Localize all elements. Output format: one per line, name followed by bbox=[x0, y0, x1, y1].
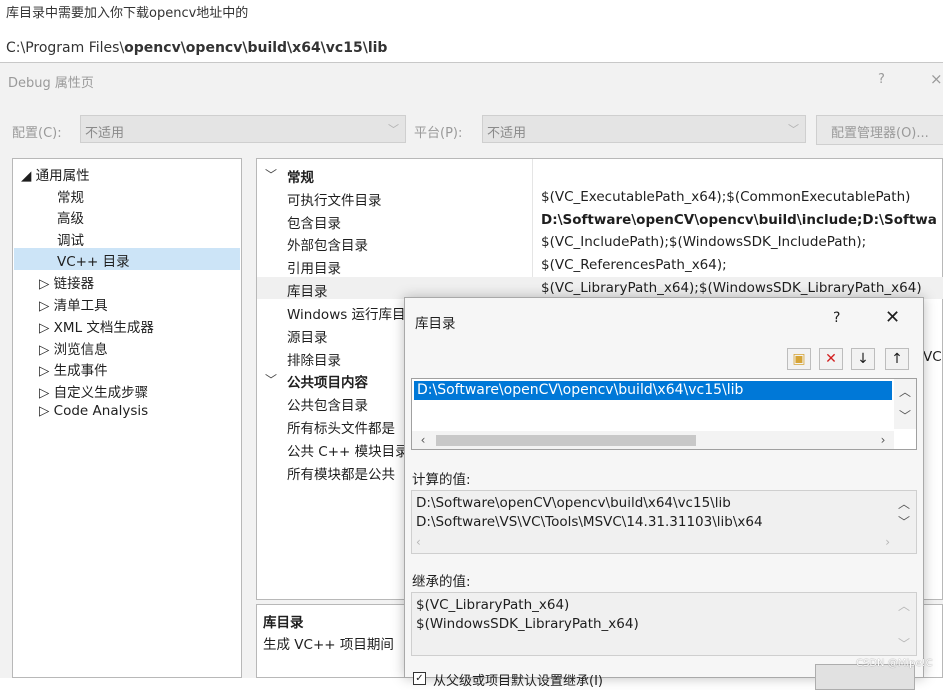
row-value: $(VC_IncludePath);$(WindowsSDK_IncludePa… bbox=[541, 234, 867, 250]
watermark: CSDN @Mipe!C bbox=[856, 658, 933, 669]
article-text: 库目录中需要加入你下载opencv地址中的 bbox=[6, 6, 249, 21]
chevron-right-icon[interactable]: › bbox=[872, 433, 894, 447]
inherited-values-box: $(VC_LibraryPath_x64) $(WindowsSDK_Libra… bbox=[411, 592, 917, 656]
tree-item-custom-build[interactable]: ▷ 自定义生成步骤 bbox=[39, 381, 148, 401]
computed-values-box: D:\Software\openCV\opencv\build\x64\vc15… bbox=[411, 490, 917, 554]
grid-row-library-dirs[interactable]: 库目录 $(VC_LibraryPath_x64);$(WindowsSDK_Li… bbox=[257, 277, 943, 300]
tree-item-general[interactable]: 常规 bbox=[57, 186, 84, 206]
dialog-close-button[interactable]: ✕ bbox=[885, 307, 900, 328]
chevron-up-icon[interactable]: ︿ bbox=[898, 597, 910, 614]
config-manager-button[interactable]: 配置管理器(O)... bbox=[816, 115, 943, 145]
row-name: 公共 C++ 模块目录 bbox=[287, 444, 409, 460]
description-title: 库目录 bbox=[263, 615, 304, 631]
close-button[interactable]: × bbox=[930, 70, 943, 88]
tree-root-general[interactable]: ◢ 通用属性 bbox=[21, 164, 90, 184]
row-value: D:\Software\openCV\opencv\build\include;… bbox=[541, 212, 937, 228]
row-name: Windows 运行库目 bbox=[287, 307, 406, 323]
config-label: 配置(C): bbox=[12, 126, 62, 141]
horizontal-scrollbar[interactable]: ‹ › bbox=[412, 431, 894, 449]
chevron-down-icon[interactable]: ﹀ bbox=[894, 407, 916, 424]
folder-icon[interactable]: ▣ bbox=[787, 348, 811, 370]
tree-item-debugging[interactable]: 调试 bbox=[57, 229, 84, 249]
chevron-down-icon[interactable]: ﹀ bbox=[898, 635, 910, 652]
computed-label: 计算的值: bbox=[412, 472, 471, 488]
property-tree: ◢ 通用属性 常规 高级 调试 VC++ 目录 ▷ 链接器 ▷ 清单工具 ▷ X… bbox=[12, 158, 242, 678]
row-name: 包含目录 bbox=[287, 216, 341, 232]
chevron-down-icon: ﹀ bbox=[265, 373, 278, 387]
article-path: C:\Program Files\opencv\opencv\build\x64… bbox=[6, 40, 387, 56]
tree-item-build-events[interactable]: ▷ 生成事件 bbox=[39, 359, 108, 379]
tree-item-browse-info[interactable]: ▷ 浏览信息 bbox=[39, 338, 108, 358]
platform-combo[interactable]: 不适用 ﹀ bbox=[482, 115, 806, 143]
row-value: $(VC_LibraryPath_x64);$(WindowsSDK_Libra… bbox=[541, 280, 922, 296]
scrollbar-thumb[interactable] bbox=[436, 435, 696, 446]
tree-item-manifest-tool[interactable]: ▷ 清单工具 bbox=[39, 294, 108, 314]
grid-row[interactable]: 外部包含目录 $(VC_IncludePath);$(WindowsSDK_Inc… bbox=[257, 231, 943, 254]
chevron-up-icon[interactable]: ︿ bbox=[898, 495, 910, 512]
row-value: VC bbox=[923, 349, 942, 365]
section-header: 公共项目内容 bbox=[287, 375, 368, 391]
chevron-left-icon[interactable]: ‹ bbox=[412, 433, 434, 447]
row-name: 库目录 bbox=[287, 284, 328, 300]
chevron-down-icon[interactable]: ﹀ bbox=[898, 513, 910, 530]
row-name: 引用目录 bbox=[287, 261, 341, 277]
arrow-up-icon[interactable]: ↑ bbox=[885, 348, 909, 370]
dialog-title: 库目录 bbox=[415, 316, 456, 332]
library-directories-dialog: 库目录 ? ✕ ▣ ✕ ↓ ↑ D:\Software\openCV\openc… bbox=[404, 297, 924, 690]
path-bold: opencv\opencv\build\x64\vc15\lib bbox=[124, 40, 388, 56]
config-manager-label: 配置管理器(O)... bbox=[831, 126, 929, 141]
row-name: 源目录 bbox=[287, 330, 328, 346]
window-title: Debug 属性页 bbox=[8, 76, 94, 91]
chevron-left-icon[interactable]: ‹ bbox=[416, 535, 421, 549]
path-prefix: C:\Program Files\ bbox=[6, 40, 125, 56]
inherited-label: 继承的值: bbox=[412, 574, 471, 590]
directory-list[interactable]: D:\Software\openCV\opencv\build\x64\vc15… bbox=[411, 378, 917, 450]
platform-label: 平台(P): bbox=[414, 126, 463, 141]
inherit-checkbox-label: 从父级或项目默认设置继承(I) bbox=[433, 674, 603, 689]
tree-item-linker[interactable]: ▷ 链接器 bbox=[39, 272, 94, 292]
row-value: $(VC_ReferencesPath_x64); bbox=[541, 257, 727, 273]
platform-value: 不适用 bbox=[487, 126, 527, 141]
inherited-value: $(WindowsSDK_LibraryPath_x64) bbox=[416, 616, 639, 632]
chevron-right-icon[interactable]: › bbox=[885, 535, 890, 549]
grid-row[interactable]: 引用目录 $(VC_ReferencesPath_x64); bbox=[257, 254, 943, 277]
inherited-value: $(VC_LibraryPath_x64) bbox=[416, 597, 570, 613]
chevron-up-icon[interactable]: ︿ bbox=[894, 383, 916, 400]
arrow-down-icon[interactable]: ↓ bbox=[851, 348, 875, 370]
grid-row[interactable]: 可执行文件目录 $(VC_ExecutablePath_x64);$(Common… bbox=[257, 186, 943, 209]
config-combo[interactable]: 不适用 ﹀ bbox=[80, 115, 406, 143]
list-item-text: D:\Software\openCV\opencv\build\x64\vc15… bbox=[417, 382, 744, 398]
section-general[interactable]: ﹀ 常规 bbox=[257, 163, 943, 186]
grid-row[interactable]: 包含目录 D:\Software\openCV\opencv\build\incl… bbox=[257, 209, 943, 232]
vertical-scrollbar[interactable]: ︿ ﹀ bbox=[894, 379, 916, 429]
tree-item-code-analysis[interactable]: ▷ Code Analysis bbox=[39, 403, 148, 419]
help-button[interactable]: ? bbox=[878, 72, 885, 87]
dialog-help-button[interactable]: ? bbox=[833, 310, 840, 326]
row-name: 所有模块都是公共 bbox=[287, 467, 395, 483]
row-name: 公共包含目录 bbox=[287, 398, 368, 414]
row-name: 排除目录 bbox=[287, 353, 341, 369]
row-name: 所有标头文件都是 bbox=[287, 421, 395, 437]
delete-icon[interactable]: ✕ bbox=[819, 348, 843, 370]
chevron-down-icon: ﹀ bbox=[388, 123, 399, 136]
description-text: 生成 VC++ 项目期间 bbox=[263, 637, 394, 653]
row-name: 外部包含目录 bbox=[287, 238, 368, 254]
row-value: $(VC_ExecutablePath_x64);$(CommonExecuta… bbox=[541, 189, 911, 205]
row-name: 可执行文件目录 bbox=[287, 193, 382, 209]
list-item[interactable]: D:\Software\openCV\opencv\build\x64\vc15… bbox=[414, 381, 892, 400]
config-value: 不适用 bbox=[85, 126, 125, 141]
chevron-down-icon: ﹀ bbox=[788, 123, 799, 136]
inherit-checkbox[interactable]: ✓ bbox=[413, 672, 426, 685]
tree-item-xml-doc[interactable]: ▷ XML 文档生成器 bbox=[39, 316, 154, 336]
computed-value: D:\Software\VS\VC\Tools\MSVC\14.31.31103… bbox=[416, 514, 763, 530]
tree-item-vc-directories[interactable]: VC++ 目录 bbox=[57, 250, 130, 270]
tree-item-advanced[interactable]: 高级 bbox=[57, 207, 84, 227]
section-header: 常规 bbox=[287, 170, 314, 186]
chevron-down-icon: ﹀ bbox=[265, 168, 278, 182]
computed-value: D:\Software\openCV\opencv\build\x64\vc15… bbox=[416, 495, 731, 511]
